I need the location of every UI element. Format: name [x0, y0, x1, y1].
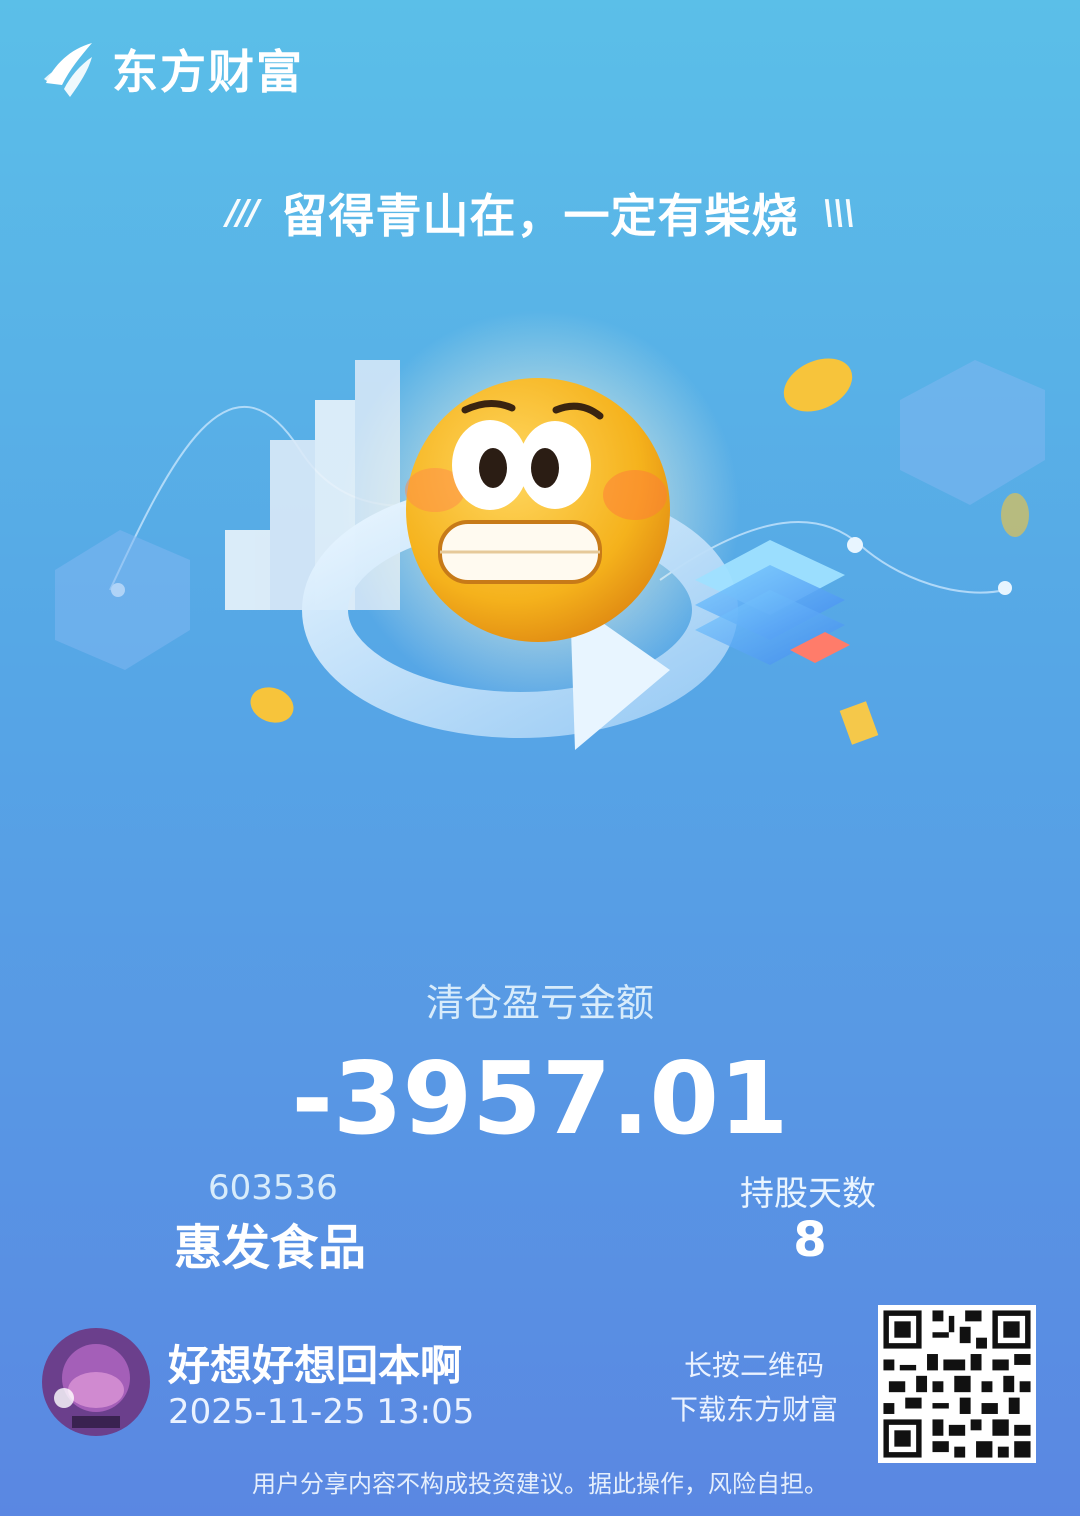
user-avatar[interactable] — [42, 1328, 150, 1436]
holding-days-value: 8 — [793, 1212, 827, 1268]
qr-hint-line2: 下载东方财富 — [670, 1393, 839, 1426]
slogan: /// 留得青山在，一定有柴烧 \\\ — [0, 180, 1080, 246]
stock-name: 惠发食品 — [174, 1220, 367, 1276]
qr-hint-line1: 长按二维码 — [684, 1349, 825, 1382]
slogan-left-deco: /// — [226, 193, 259, 233]
game-avatar-icon — [42, 1328, 150, 1436]
result-amount: -3957.01 — [291, 1040, 789, 1157]
brand-name: 东方财富 — [112, 45, 304, 99]
brand-logo: 东方财富 — [40, 36, 304, 102]
disclaimer: 用户分享内容不构成投资建议。据此操作，风险自担。 — [252, 1470, 828, 1498]
slogan-right-deco: \\\ — [822, 193, 856, 233]
qr-code-icon — [878, 1305, 1036, 1463]
share-datetime: 2025-11-25 13:05 — [168, 1392, 475, 1432]
stock-code: 603536 — [208, 1168, 338, 1208]
eastmoney-logo-icon — [44, 43, 92, 97]
result-label: 清仓盈亏金额 — [425, 981, 654, 1025]
download-qr-code[interactable] — [878, 1305, 1036, 1463]
user-name: 好想好想回本啊 — [168, 1341, 463, 1390]
loss-illustration — [55, 310, 1045, 750]
holding-days-label: 持股天数 — [740, 1174, 876, 1214]
slogan-text: 留得青山在，一定有柴烧 — [281, 189, 799, 243]
